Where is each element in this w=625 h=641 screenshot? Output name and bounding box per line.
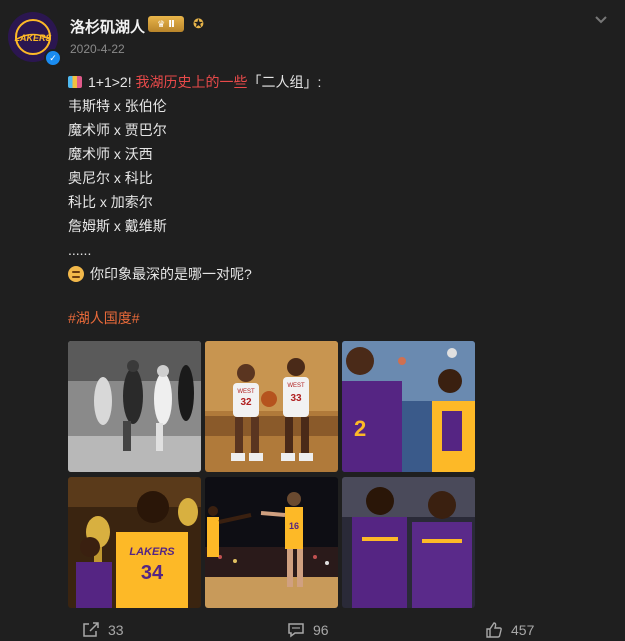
question-line: 你印象最深的是哪一对呢? bbox=[68, 262, 321, 286]
intro-text-end: 「二人组」: bbox=[247, 74, 322, 90]
intro-text: 1+1>2! bbox=[88, 74, 136, 90]
jersey-number: 16 bbox=[289, 521, 299, 531]
thinking-emoji-icon bbox=[68, 266, 84, 282]
jersey-text: LAKERS bbox=[129, 546, 175, 558]
emoji-flag-icon bbox=[68, 76, 82, 88]
action-bar: 33 96 457 bbox=[0, 612, 625, 641]
comment-icon bbox=[288, 623, 304, 638]
like-count: 457 bbox=[511, 622, 535, 638]
hashtag-link[interactable]: #湖人国度# bbox=[68, 308, 140, 328]
comment-count: 96 bbox=[313, 622, 329, 638]
repost-icon bbox=[83, 622, 99, 637]
post-text: 1+1>2! 我湖历史上的一些「二人组」: 韦斯特 x 张伯伦 魔术师 x 贾巴… bbox=[68, 70, 321, 286]
photo-1[interactable] bbox=[68, 341, 201, 472]
duo-line: 詹姆斯 x 戴维斯 bbox=[68, 218, 167, 234]
intro-highlight: 我湖历史上的一些 bbox=[135, 74, 248, 90]
photo-6[interactable] bbox=[342, 477, 475, 608]
question-text: 你印象最深的是哪一对呢? bbox=[90, 266, 252, 282]
verified-badge-icon: ✓ bbox=[44, 49, 62, 67]
thumbs-up-icon bbox=[486, 622, 502, 638]
weibo-post-card: LAKERS ✓ 洛杉矶湖人 ♛ Ⅱ ✪ 2020-4-22 1+1>2! 我湖… bbox=[0, 0, 625, 641]
fan-badge-icon[interactable]: ✪ bbox=[193, 16, 204, 32]
jersey-number: 33 bbox=[290, 393, 302, 404]
repost-count: 33 bbox=[108, 622, 124, 638]
ellipsis: ...... bbox=[68, 242, 92, 258]
jersey-number: 32 bbox=[240, 397, 252, 408]
photo-5[interactable]: 16 bbox=[205, 477, 338, 608]
author-name[interactable]: 洛杉矶湖人 bbox=[70, 16, 145, 37]
like-button[interactable]: 457 bbox=[485, 622, 534, 638]
chevron-down-icon[interactable] bbox=[594, 12, 608, 28]
duo-line: 奥尼尔 x 科比 bbox=[68, 170, 153, 186]
duo-line: 韦斯特 x 张伯伦 bbox=[68, 98, 167, 114]
jersey-text: WEST bbox=[287, 383, 305, 389]
duo-line: 魔术师 x 沃西 bbox=[68, 146, 153, 162]
post-date[interactable]: 2020-4-22 bbox=[70, 42, 125, 56]
jersey-number: 2 bbox=[354, 416, 366, 441]
photo-4[interactable]: LAKERS 34 bbox=[68, 477, 201, 608]
photo-2[interactable]: WEST WEST 32 33 bbox=[205, 341, 338, 472]
duo-line: 魔术师 x 贾巴尔 bbox=[68, 122, 167, 138]
vip-crown-badge[interactable]: ♛ Ⅱ bbox=[148, 16, 184, 32]
jersey-text: WEST bbox=[237, 389, 255, 395]
duo-line: 科比 x 加索尔 bbox=[68, 194, 153, 210]
crown-icon: ♛ bbox=[157, 18, 166, 29]
vip-level: Ⅱ bbox=[168, 18, 175, 30]
svg-text:LAKERS: LAKERS bbox=[14, 33, 51, 43]
repost-button[interactable]: 33 bbox=[82, 622, 124, 638]
jersey-number: 34 bbox=[141, 562, 164, 584]
intro-line: 1+1>2! 我湖历史上的一些「二人组」: bbox=[68, 70, 321, 94]
comment-button[interactable]: 96 bbox=[287, 622, 329, 638]
photo-3[interactable]: 2 bbox=[342, 341, 475, 472]
